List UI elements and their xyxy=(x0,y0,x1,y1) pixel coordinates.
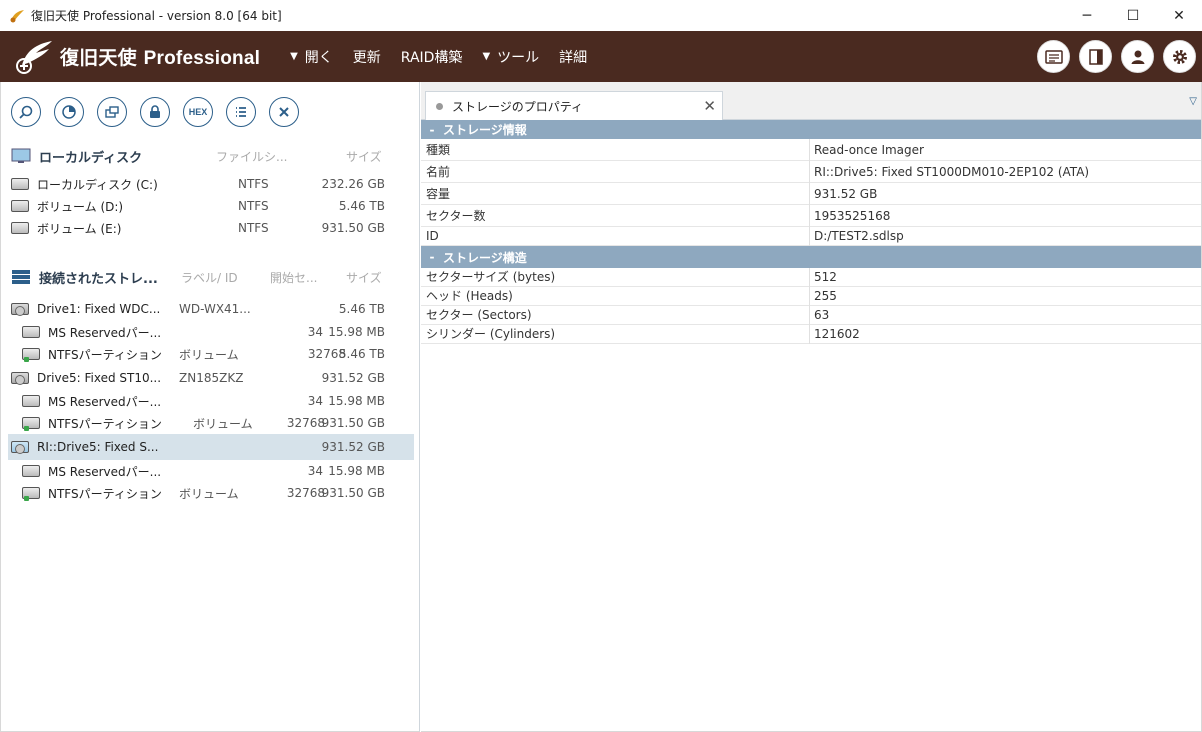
partition-row[interactable]: MS Reservedパー... 34 15.98 MB xyxy=(11,390,411,412)
panel-toggle-button[interactable] xyxy=(1079,40,1112,73)
property-row: ヘッド (Heads) 255 xyxy=(421,286,1201,306)
partition-row[interactable]: MS Reservedパー... 34 15.98 MB xyxy=(11,321,411,343)
hdd-icon xyxy=(11,178,29,190)
property-row: 名前 RI::Drive5: Fixed ST1000DM010-2EP102 (… xyxy=(421,160,1201,183)
partition-icon xyxy=(22,417,40,431)
group-storage-info[interactable]: - ストレージ情報 xyxy=(421,120,1201,139)
tab-storage-properties[interactable]: ストレージのプロパティ ✕ xyxy=(425,91,723,120)
minimize-button[interactable]: ─ xyxy=(1064,0,1110,31)
menu-open[interactable]: ▼ 開く xyxy=(290,47,333,67)
local-disks-section: ローカルディスク ファイルシ... サイズ ローカルディスク (C:) NTFS… xyxy=(11,145,411,239)
hdd-icon xyxy=(11,200,29,212)
storage-panel: HEX ローカルディスク ファイルシ... サイズ ローカルディスク (C:) … xyxy=(0,82,420,732)
card-view-button[interactable] xyxy=(1037,40,1070,73)
property-row: シリンダー (Cylinders) 121602 xyxy=(421,324,1201,344)
chevron-down-icon: ▼ xyxy=(482,51,491,62)
chevron-down-icon: ▼ xyxy=(290,51,298,62)
connected-storage-section: 接続されたストレ... ラベル/ ID 開始セ... サイズ Drive1: F… xyxy=(8,266,414,504)
partition-icon xyxy=(22,348,40,362)
menu-tools[interactable]: ▼ ツール xyxy=(482,47,539,67)
main-menu: ▼ 開く 更新 RAID構築 ▼ ツール 詳細 xyxy=(290,47,607,67)
tab-strip: ストレージのプロパティ ✕ ▽ xyxy=(421,82,1201,120)
partition-icon xyxy=(22,487,40,501)
partition-row[interactable]: NTFSパーティション ボリューム 32768 5.46 TB xyxy=(11,343,411,365)
close-icon xyxy=(279,107,289,117)
card-icon xyxy=(1044,49,1063,64)
app-icon xyxy=(10,9,24,22)
col-size[interactable]: サイズ xyxy=(346,148,382,165)
local-disk-row[interactable]: ボリューム (D:) NTFS 5.46 TB xyxy=(11,195,411,217)
local-disks-title: ローカルディスク xyxy=(39,150,143,166)
image-drive-icon xyxy=(11,441,29,454)
lock-icon xyxy=(150,105,160,118)
storage-stack-icon xyxy=(12,270,30,284)
angel-logo-icon xyxy=(16,40,52,74)
brand-name-en: Professional xyxy=(143,48,261,69)
app-header: 復旧天使 Professional ▼ 開く 更新 RAID構築 ▼ ツール 詳細 xyxy=(0,31,1202,82)
drive-row[interactable]: Drive1: Fixed WDC... WD-WX41... 5.46 TB xyxy=(11,297,411,321)
col-start-sector[interactable]: 開始セ... xyxy=(270,269,317,286)
property-row: ID D:/TEST2.sdlsp xyxy=(421,226,1201,246)
property-row: セクターサイズ (bytes) 512 xyxy=(421,267,1201,287)
partition-row[interactable]: NTFSパーティション ボリューム 32768 931.50 GB xyxy=(11,412,411,434)
menu-refresh[interactable]: 更新 xyxy=(353,47,381,67)
tab-menu-icon[interactable]: ▽ xyxy=(1189,96,1197,107)
local-disks-header: ローカルディスク ファイルシ... サイズ xyxy=(11,145,411,167)
monitor-icon xyxy=(11,148,31,163)
user-icon xyxy=(1131,50,1144,64)
menu-raid[interactable]: RAID構築 xyxy=(401,47,463,67)
connected-storage-title: 接続されたストレ... xyxy=(39,271,158,287)
drive-icon xyxy=(11,303,29,316)
lock-button[interactable] xyxy=(140,97,170,127)
hex-editor-button[interactable]: HEX xyxy=(183,97,213,127)
local-disk-row[interactable]: ローカルディスク (C:) NTFS 232.26 GB xyxy=(11,173,411,195)
tab-close-icon[interactable]: ✕ xyxy=(703,97,716,115)
property-row: セクター (Sectors) 63 xyxy=(421,305,1201,325)
window-title: 復旧天使 Professional - version 8.0 [64 bit] xyxy=(31,9,282,23)
close-button[interactable] xyxy=(269,97,299,127)
property-row: セクター数 1953525168 xyxy=(421,204,1201,227)
list-icon xyxy=(236,107,246,117)
hdd-icon xyxy=(11,222,29,234)
collapse-icon: - xyxy=(429,250,435,264)
collapse-icon: - xyxy=(429,122,435,137)
partition-row[interactable]: MS Reservedパー... 34 15.98 MB xyxy=(11,460,411,482)
scan-icon xyxy=(62,105,76,119)
properties-panel: ストレージのプロパティ ✕ ▽ - ストレージ情報 種類 Read-once Im… xyxy=(421,82,1202,732)
list-button[interactable] xyxy=(226,97,256,127)
image-icon xyxy=(105,106,119,118)
col-filesystem[interactable]: ファイルシ... xyxy=(216,148,287,165)
partition-icon xyxy=(22,326,40,338)
close-window-button[interactable]: ✕ xyxy=(1156,0,1202,31)
gear-icon xyxy=(1172,49,1187,64)
create-image-button[interactable] xyxy=(97,97,127,127)
partition-icon xyxy=(22,395,40,407)
user-button[interactable] xyxy=(1121,40,1154,73)
partition-icon xyxy=(22,465,40,477)
window-titlebar: 復旧天使 Professional - version 8.0 [64 bit]… xyxy=(0,0,1202,31)
tab-dot-icon xyxy=(436,102,443,110)
settings-button[interactable] xyxy=(1163,40,1196,73)
panel-icon xyxy=(1088,48,1103,65)
drive-icon xyxy=(11,371,29,385)
search-button[interactable] xyxy=(11,97,41,127)
connected-storage-header: 接続されたストレ... ラベル/ ID 開始セ... サイズ xyxy=(11,266,411,288)
app-logo: 復旧天使 Professional xyxy=(14,39,260,75)
local-disk-row[interactable]: ボリューム (E:) NTFS 931.50 GB xyxy=(11,217,411,239)
property-row: 容量 931.52 GB xyxy=(421,182,1201,205)
scan-button[interactable] xyxy=(54,97,84,127)
brand-name-jp: 復旧天使 xyxy=(60,47,137,69)
search-icon xyxy=(19,105,33,119)
drive-row[interactable]: Drive5: Fixed ST10... ZN185ZKZ 931.52 GB xyxy=(11,365,411,390)
partition-row[interactable]: NTFSパーティション ボリューム 32768 931.50 GB xyxy=(11,482,411,504)
property-row: 種類 Read-once Imager xyxy=(421,138,1201,161)
group-storage-structure[interactable]: - ストレージ構造 xyxy=(421,246,1201,268)
storage-toolbar: HEX xyxy=(1,82,419,127)
menu-details[interactable]: 詳細 xyxy=(559,47,587,67)
maximize-button[interactable]: ☐ xyxy=(1110,0,1156,31)
drive-row-selected[interactable]: RI::Drive5: Fixed S... 931.52 GB xyxy=(8,434,414,460)
col-size[interactable]: サイズ xyxy=(346,269,382,286)
col-label-id[interactable]: ラベル/ ID xyxy=(181,269,238,286)
